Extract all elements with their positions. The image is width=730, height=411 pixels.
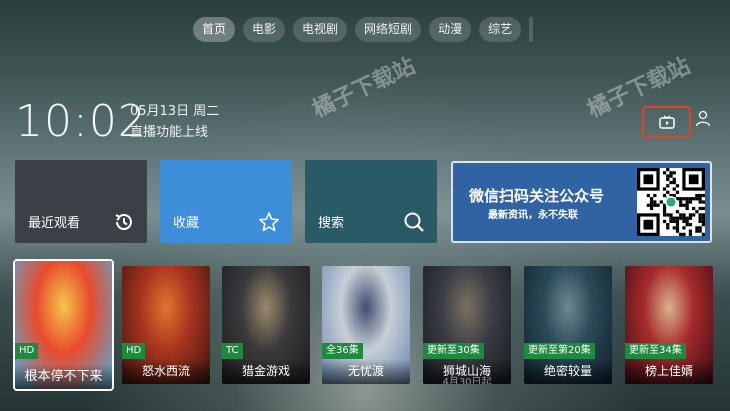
poster-card[interactable]: HD 根本停不下来: [13, 259, 114, 391]
live-tv-button[interactable]: [642, 106, 691, 138]
star-icon: [259, 212, 279, 232]
poster-card[interactable]: 更新至34集 榜上佳婿: [625, 266, 713, 384]
tab-web-short-drama[interactable]: 网络短剧: [355, 17, 422, 42]
search-tile[interactable]: 搜索: [305, 160, 437, 243]
poster-title: 怒水西流: [122, 359, 210, 384]
poster-card[interactable]: HD 怒水西流: [122, 266, 210, 384]
tab-variety[interactable]: 综艺: [479, 17, 522, 42]
poster-date-overlay: 4月30日起: [442, 377, 492, 384]
tab-home[interactable]: 首页: [193, 17, 236, 42]
wechat-qr-card[interactable]: 微信扫码关注公众号 最新资讯，永不失联: [451, 161, 712, 243]
tab-more-partial[interactable]: [529, 17, 534, 42]
favorites-label: 收藏: [173, 216, 200, 231]
episode-badge: 更新至第20集: [524, 343, 595, 359]
qr-card-title: 微信扫码关注公众号: [469, 187, 605, 205]
watermark: 橘子下载站: [308, 53, 420, 123]
episode-badge: 更新至30集: [423, 343, 484, 359]
poster-card[interactable]: 更新至30集 狮城山海 4月30日起: [423, 266, 511, 384]
poster-title: 绝密较量: [524, 359, 612, 384]
poster-title: 根本停不下来: [15, 364, 112, 389]
qr-code-image: [637, 168, 705, 236]
history-icon: [115, 214, 132, 230]
episode-badge: 全36集: [322, 343, 363, 359]
qr-card-subtitle: 最新资讯，永不失联: [488, 210, 578, 221]
recent-watch-label: 最近观看: [28, 216, 81, 231]
poster-title: 无忧渡: [322, 359, 410, 384]
top-nav: 首页 电影 电视剧 网络短剧 动漫 综艺: [193, 17, 534, 42]
poster-title: 猎金游戏: [222, 359, 310, 384]
episode-badge: HD: [15, 343, 39, 359]
favorites-tile[interactable]: 收藏: [160, 160, 292, 243]
episode-badge: HD: [122, 343, 146, 359]
tab-movies[interactable]: 电影: [243, 17, 286, 42]
tab-anime[interactable]: 动漫: [429, 17, 472, 42]
date-label: 05月13日 周二: [130, 104, 220, 119]
poster-card[interactable]: 更新至第20集 绝密较量: [524, 266, 612, 384]
clock: 10:02: [15, 96, 147, 147]
user-icon[interactable]: [694, 109, 712, 127]
search-icon: [404, 212, 424, 232]
poster-title: 榜上佳婿: [625, 359, 713, 384]
tab-tv-series[interactable]: 电视剧: [293, 17, 348, 42]
recent-watch-tile[interactable]: 最近观看: [15, 160, 147, 243]
tv-play-icon: [658, 115, 675, 129]
search-label: 搜索: [318, 216, 345, 231]
poster-card[interactable]: 全36集 无忧渡: [322, 266, 410, 384]
episode-badge: TC: [222, 343, 243, 359]
episode-badge: 更新至34集: [625, 343, 686, 359]
poster-card[interactable]: TC 猎金游戏: [222, 266, 310, 384]
notice-label: 直播功能上线: [130, 125, 209, 140]
